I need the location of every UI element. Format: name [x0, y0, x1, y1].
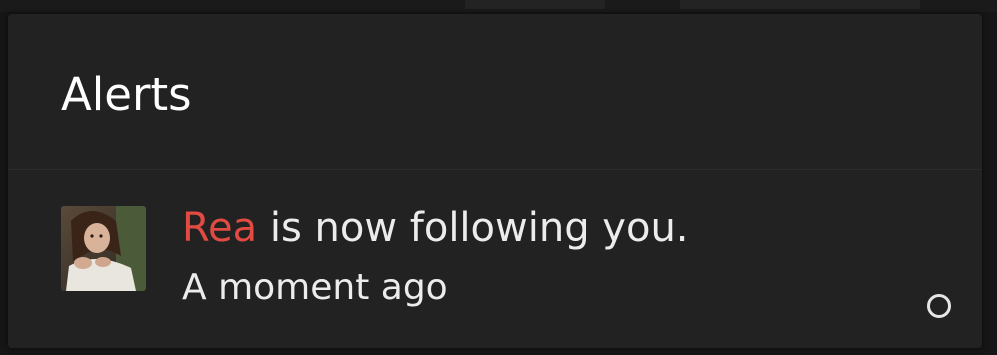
- avatar-photo-icon: [61, 206, 146, 291]
- alert-item[interactable]: Rea is now following you. A moment ago: [8, 170, 982, 348]
- user-avatar[interactable]: [61, 206, 146, 291]
- alert-timestamp: A moment ago: [182, 267, 448, 308]
- alerts-panel: Alerts Rea is now following you. A momen…: [8, 14, 982, 348]
- unread-circle-icon[interactable]: [927, 294, 951, 318]
- alert-message-text: is now following you.: [257, 205, 689, 251]
- alert-message: Rea is now following you.: [182, 204, 689, 252]
- background-page-strip: [0, 0, 997, 12]
- alerts-title: Alerts: [61, 68, 192, 121]
- background-page-segment: [465, 0, 605, 9]
- alerts-header: Alerts: [8, 14, 982, 170]
- alert-username-link[interactable]: Rea: [182, 205, 257, 251]
- background-page-segment: [680, 0, 920, 9]
